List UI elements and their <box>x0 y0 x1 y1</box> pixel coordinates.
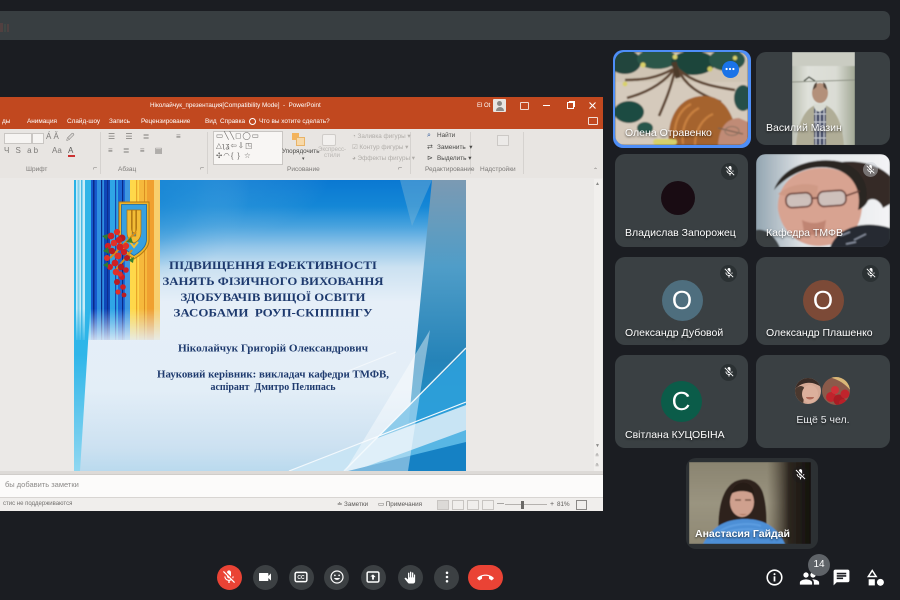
svg-text:ЗАНЯТЬ ФІЗИЧНОГО ВИХОВАННЯ: ЗАНЯТЬ ФІЗИЧНОГО ВИХОВАННЯ <box>163 274 385 288</box>
svg-text:CC: CC <box>297 575 305 581</box>
svg-text:ЗАСОБАМИ РОУП-СКІППІНГУ: ЗАСОБАМИ РОУП-СКІППІНГУ <box>174 306 373 320</box>
svg-text:ПІДВИЩЕННЯ ЕФЕКТИВНОСТІ: ПІДВИЩЕННЯ ЕФЕКТИВНОСТІ <box>169 258 377 272</box>
svg-text:Ніколайчук Григорій Олександро: Ніколайчук Григорій Олександрович <box>178 344 368 355</box>
svg-text:аспірант Дмитро Пелипась: аспірант Дмитро Пелипась <box>211 382 337 393</box>
svg-text:ЗДОБУВАЧІВ ВИЩОЇ ОСВІТИ: ЗДОБУВАЧІВ ВИЩОЇ ОСВІТИ <box>181 290 366 304</box>
svg-text:Науковий керівник: викладач ка: Науковий керівник: викладач кафедри ТМФВ… <box>157 370 389 381</box>
